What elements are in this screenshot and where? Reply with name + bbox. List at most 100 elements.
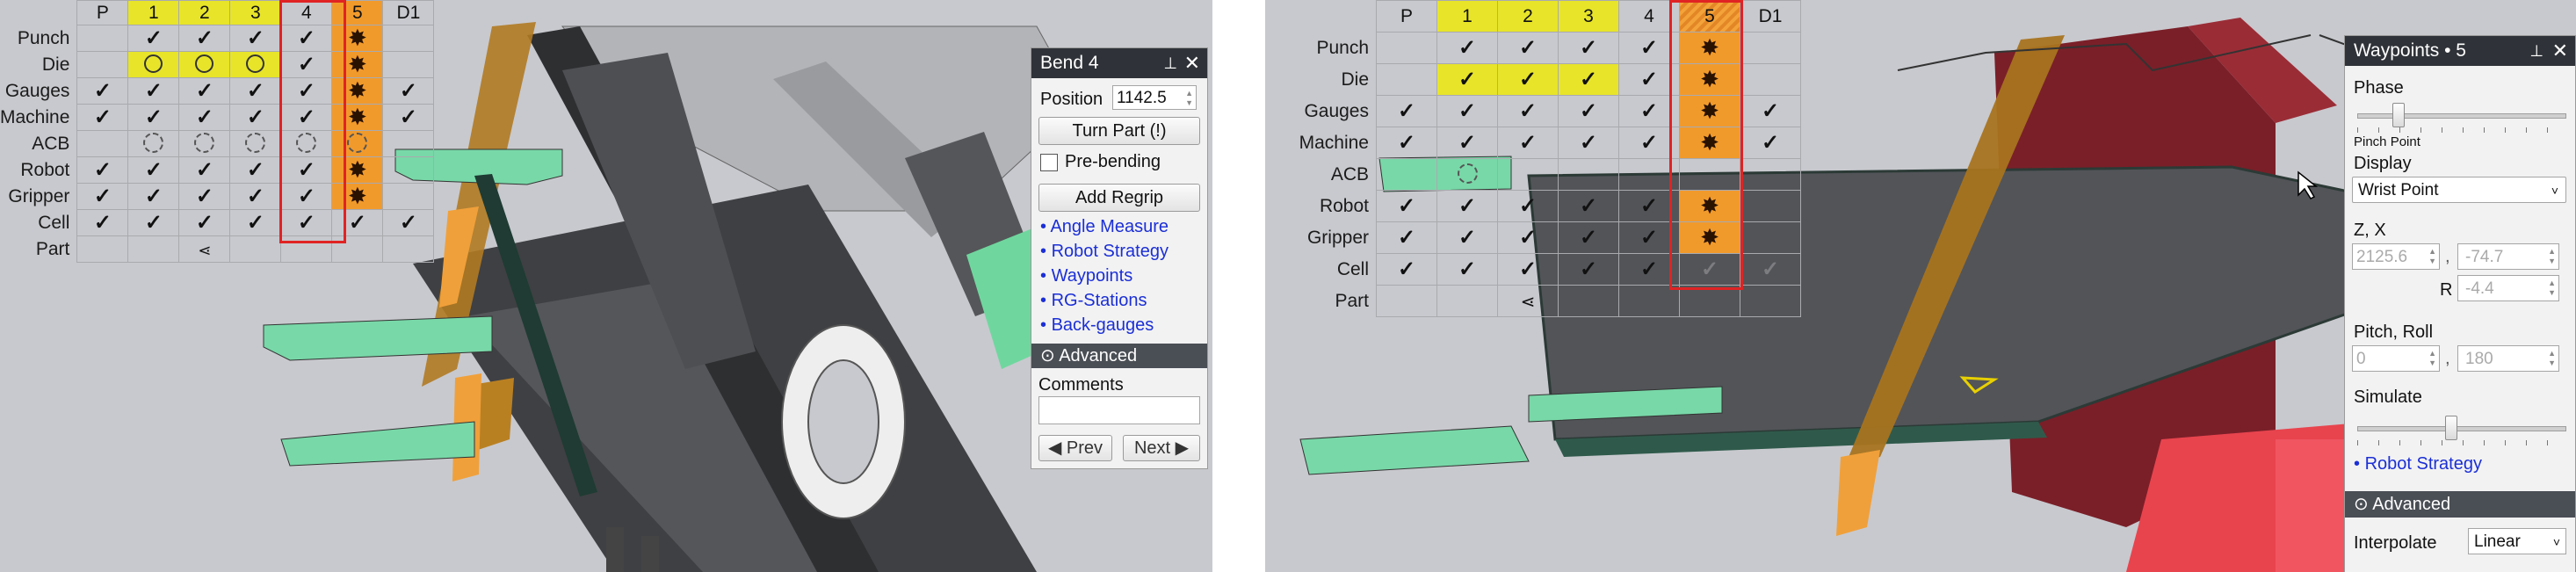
col-header-1[interactable]: 1	[1436, 0, 1498, 33]
check-icon: ✓	[246, 157, 264, 182]
link-back-gauges[interactable]: • Back-gauges	[1040, 315, 1154, 336]
col-header-3[interactable]: 3	[229, 0, 282, 25]
link-angle-measure[interactable]: • Angle Measure	[1040, 217, 1169, 237]
simulate-slider-track[interactable]	[2357, 426, 2566, 431]
spinner-icon[interactable]: ▲ ▼	[2548, 247, 2556, 266]
display-dropdown[interactable]: Wrist Point ˅	[2352, 177, 2566, 203]
close-icon[interactable]: ✕	[1184, 48, 1200, 78]
simulate-slider-thumb[interactable]	[2445, 416, 2457, 440]
check-icon: ✓	[144, 105, 163, 129]
check-icon: ✓	[195, 157, 213, 182]
dialog-title: Waypoints • 5	[2354, 40, 2466, 61]
acb-dashed-icon	[143, 133, 164, 153]
display-label: Display	[2354, 154, 2412, 173]
advanced-section-header[interactable]: ⊙ Advanced	[2345, 491, 2575, 518]
row-label-acb: ACB	[32, 133, 70, 154]
check-icon: ✓	[246, 25, 264, 50]
check-icon: ✓	[93, 78, 112, 103]
roll-input[interactable]: 180 ▲ ▼	[2457, 345, 2559, 372]
phase-slider-thumb[interactable]	[2392, 103, 2405, 127]
position-label: Position	[1040, 90, 1103, 109]
spinner-icon[interactable]: ▲ ▼	[2428, 349, 2436, 368]
check-icon: ✓	[195, 105, 213, 129]
add-regrip-button[interactable]: Add Regrip	[1038, 184, 1200, 212]
interpolate-label: Interpolate	[2354, 533, 2437, 553]
row-label-cell: Cell	[1336, 258, 1369, 279]
link-waypoints[interactable]: • Waypoints	[1040, 266, 1132, 286]
row-label-robot: Robot	[20, 159, 70, 180]
z-input[interactable]: 2125.6 ▲ ▼	[2352, 243, 2440, 270]
check-icon: ✓	[144, 25, 163, 50]
bend-dialog: Bend 4 ⊥ ✕ Position 1142.5 ▲ ▼ Turn Part …	[1031, 47, 1208, 469]
check-icon: ✓	[399, 105, 417, 129]
check-icon: ✓	[1639, 35, 1659, 60]
pin-icon[interactable]: ⊥	[1163, 48, 1177, 78]
prev-button[interactable]: ◀ Prev	[1038, 435, 1112, 461]
spinner-icon[interactable]: ▲ ▼	[2548, 279, 2556, 298]
check-icon: ✓	[1397, 257, 1416, 281]
check-icon: ✓	[246, 78, 264, 103]
interpolate-dropdown[interactable]: Linear ˅	[2468, 528, 2566, 554]
collision-icon: ✸	[347, 24, 367, 51]
left-viewport[interactable]: P 1 2 3 4 5 D1 Punch ✓ ✓ ✓ ✓ ✸ Die ✓ ✸ Gauges…	[0, 0, 1212, 572]
col-header-d1[interactable]: D1	[1740, 0, 1801, 33]
acb-dashed-icon	[1457, 163, 1478, 184]
phase-caption: Pinch Point	[2354, 134, 2420, 149]
col-header-2[interactable]: 2	[178, 0, 231, 25]
check-icon: ✓	[1579, 193, 1598, 218]
col-header-d1[interactable]: D1	[382, 0, 435, 25]
chevron-down-icon: ˅	[2551, 184, 2558, 198]
row-label-punch: Punch	[17, 27, 70, 48]
comments-field[interactable]	[1038, 396, 1200, 424]
dialog-title: Bend 4	[1040, 53, 1099, 73]
comments-label: Comments	[1038, 375, 1124, 395]
row-label-gauges: Gauges	[1304, 100, 1369, 121]
row-label-die: Die	[1341, 69, 1369, 90]
check-icon: ✓	[1639, 193, 1659, 218]
check-icon: ✓	[246, 105, 264, 129]
collapse-icon: ⊙	[2354, 495, 2373, 514]
next-button[interactable]: Next ▶	[1123, 435, 1200, 461]
row-label-gripper: Gripper	[1306, 227, 1369, 248]
pitch-input[interactable]: 0 ▲ ▼	[2352, 345, 2440, 372]
col-header-p[interactable]: P	[1376, 0, 1437, 33]
col-header-2[interactable]: 2	[1497, 0, 1559, 33]
phase-label: Phase	[2354, 78, 2404, 98]
check-icon: ✓	[1518, 225, 1538, 250]
check-icon: ✓	[1458, 130, 1477, 155]
check-icon: ✓	[1518, 130, 1538, 155]
link-rg-stations[interactable]: • RG-Stations	[1040, 291, 1147, 311]
advanced-section-header[interactable]: ⊙ Advanced	[1031, 344, 1207, 368]
close-icon[interactable]: ✕	[2552, 36, 2568, 66]
spinner-icon[interactable]: ▲ ▼	[2548, 349, 2556, 368]
col-header-p[interactable]: P	[76, 0, 129, 25]
row-label-part: Part	[1335, 290, 1369, 311]
check-icon: ✓	[246, 210, 264, 235]
bend-matrix-left[interactable]: P 1 2 3 4 5 D1 Punch ✓ ✓ ✓ ✓ ✸ Die ✓ ✸ Gauges…	[0, 0, 435, 263]
check-icon: ✓	[144, 157, 163, 182]
right-viewport[interactable]: P 1 2 3 4 5 D1 Punch ✓ ✓ ✓ ✓ ✸ Die ✓ ✓ ✓ ✓ ✸ Gau…	[1265, 0, 2576, 572]
pre-bending-checkbox[interactable]	[1040, 154, 1058, 171]
link-robot-strategy[interactable]: • Robot Strategy	[1040, 242, 1169, 262]
x-input[interactable]: -74.7 ▲ ▼	[2457, 243, 2559, 270]
check-icon: ✓	[1639, 67, 1659, 91]
check-icon: ✓	[1579, 35, 1598, 60]
check-icon: ✓	[1639, 130, 1659, 155]
pin-icon[interactable]: ⊥	[2529, 36, 2543, 66]
check-icon: ✓	[1518, 98, 1538, 123]
col-header-3[interactable]: 3	[1558, 0, 1619, 33]
spinner-icon[interactable]: ▲ ▼	[2428, 247, 2436, 266]
phase-slider-track[interactable]	[2357, 113, 2566, 119]
turn-part-button[interactable]: Turn Part (!)	[1038, 117, 1200, 145]
spinner-icon[interactable]: ▲ ▼	[1185, 89, 1193, 108]
col-header-1[interactable]: 1	[127, 0, 180, 25]
position-input[interactable]: 1142.5 ▲ ▼	[1112, 85, 1197, 110]
check-icon: ✓	[399, 210, 417, 235]
check-icon: ✓	[1579, 67, 1598, 91]
link-robot-strategy[interactable]: • Robot Strategy	[2354, 454, 2482, 474]
check-icon: ✓	[1397, 193, 1416, 218]
acb-dashed-icon	[194, 133, 215, 153]
waypoints-dialog: Waypoints • 5 ⊥ ✕ Phase Pinch Point Disp…	[2344, 35, 2576, 572]
check-icon: ✓	[1518, 35, 1538, 60]
r-input[interactable]: -4.4 ▲ ▼	[2457, 275, 2559, 301]
